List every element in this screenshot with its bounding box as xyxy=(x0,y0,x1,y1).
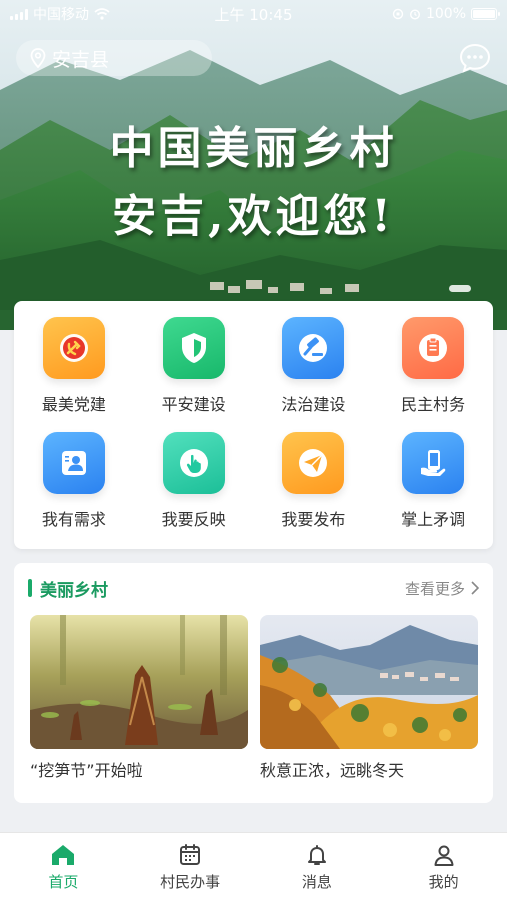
grid-item-rule-of-law[interactable]: 法治建设 xyxy=(254,317,374,432)
message-button[interactable] xyxy=(457,40,493,76)
location-pin-icon xyxy=(30,48,46,68)
service-grid: 最美党建 平安建设 法治建设 民主村务 我有需求 我要反映 我要发布 掌上矛调 xyxy=(14,301,493,549)
status-bar: 中国移动 上午 10:45 100% xyxy=(0,0,507,28)
grid-label: 我要反映 xyxy=(161,510,226,529)
grid-label: 民主村务 xyxy=(401,395,466,414)
location-label: 安吉县 xyxy=(52,48,110,71)
carrier-label: 中国移动 xyxy=(33,7,89,23)
bottom-tab-bar: 首页 村民办事 消息 我的 xyxy=(0,832,507,900)
section-accent-bar xyxy=(28,579,32,597)
grid-item-report[interactable]: 我要反映 xyxy=(134,432,254,547)
tab-home[interactable]: 首页 xyxy=(0,833,127,900)
news-caption[interactable]: “挖笋节”开始啦 xyxy=(30,757,143,781)
tab-label: 消息 xyxy=(301,873,332,891)
grid-label: 平安建设 xyxy=(161,395,226,414)
hand-tap-icon xyxy=(162,432,225,494)
bamboo-shoot-photo[interactable] xyxy=(30,615,248,749)
grid-label: 我有需求 xyxy=(41,510,106,529)
signal-icon xyxy=(10,8,28,20)
tab-villager-services[interactable]: 村民办事 xyxy=(127,833,254,900)
party-emblem-icon xyxy=(42,317,105,379)
calendar-icon xyxy=(180,844,201,865)
tab-profile[interactable]: 我的 xyxy=(380,833,507,900)
hero-title-line2: 安吉,欢迎您! xyxy=(112,191,395,242)
hero-title-line1: 中国美丽乡村 xyxy=(109,123,398,174)
view-more-label: 查看更多 xyxy=(404,579,465,598)
orientation-lock-icon xyxy=(392,8,404,20)
tab-messages[interactable]: 消息 xyxy=(254,833,381,900)
section-title: 美丽乡村 xyxy=(40,580,108,601)
shield-icon xyxy=(162,317,225,379)
grid-item-village-affairs[interactable]: 民主村务 xyxy=(373,317,493,432)
clipboard-icon xyxy=(402,317,465,379)
chat-bubble-icon xyxy=(459,43,491,73)
phone-hand-icon xyxy=(402,432,465,494)
grid-item-party-building[interactable]: 最美党建 xyxy=(14,317,134,432)
hero-banner[interactable]: 中国移动 上午 10:45 100% 安吉县 中国美丽乡村 安吉,欢迎您! xyxy=(0,0,507,330)
bell-icon xyxy=(307,845,326,865)
grid-label: 最美党建 xyxy=(41,395,106,414)
person-card-icon xyxy=(42,432,105,494)
grid-item-publish[interactable]: 我要发布 xyxy=(254,432,374,547)
tab-label: 村民办事 xyxy=(160,873,221,891)
news-caption[interactable]: 秋意正浓，远眺冬天 xyxy=(260,757,404,781)
grid-label: 掌上矛调 xyxy=(401,510,466,529)
grid-item-safety[interactable]: 平安建设 xyxy=(134,317,254,432)
battery-icon xyxy=(471,8,500,20)
autumn-landscape-photo[interactable] xyxy=(260,615,478,749)
wifi-icon xyxy=(94,8,110,20)
tab-label: 首页 xyxy=(48,873,79,891)
grid-label: 法治建设 xyxy=(281,395,346,414)
grid-item-mobile-mediation[interactable]: 掌上矛调 xyxy=(373,432,493,547)
home-icon xyxy=(52,845,75,865)
paper-plane-icon xyxy=(282,432,345,494)
user-icon xyxy=(434,845,454,866)
beautiful-village-section: 美丽乡村 查看更多 “挖笋节”开始啦 秋意正浓，远眺冬天 xyxy=(14,563,493,803)
status-time: 上午 10:45 xyxy=(214,5,293,24)
battery-percent: 100% xyxy=(425,6,466,22)
grid-label: 我要发布 xyxy=(281,510,346,529)
grid-item-my-needs[interactable]: 我有需求 xyxy=(14,432,134,547)
location-selector[interactable]: 安吉县 xyxy=(16,40,212,76)
chevron-right-icon xyxy=(471,581,479,595)
alarm-icon xyxy=(409,9,420,20)
gavel-icon xyxy=(282,317,345,379)
view-more-link[interactable]: 查看更多 xyxy=(405,578,479,599)
tab-label: 我的 xyxy=(428,873,459,891)
carousel-indicator xyxy=(449,285,471,292)
